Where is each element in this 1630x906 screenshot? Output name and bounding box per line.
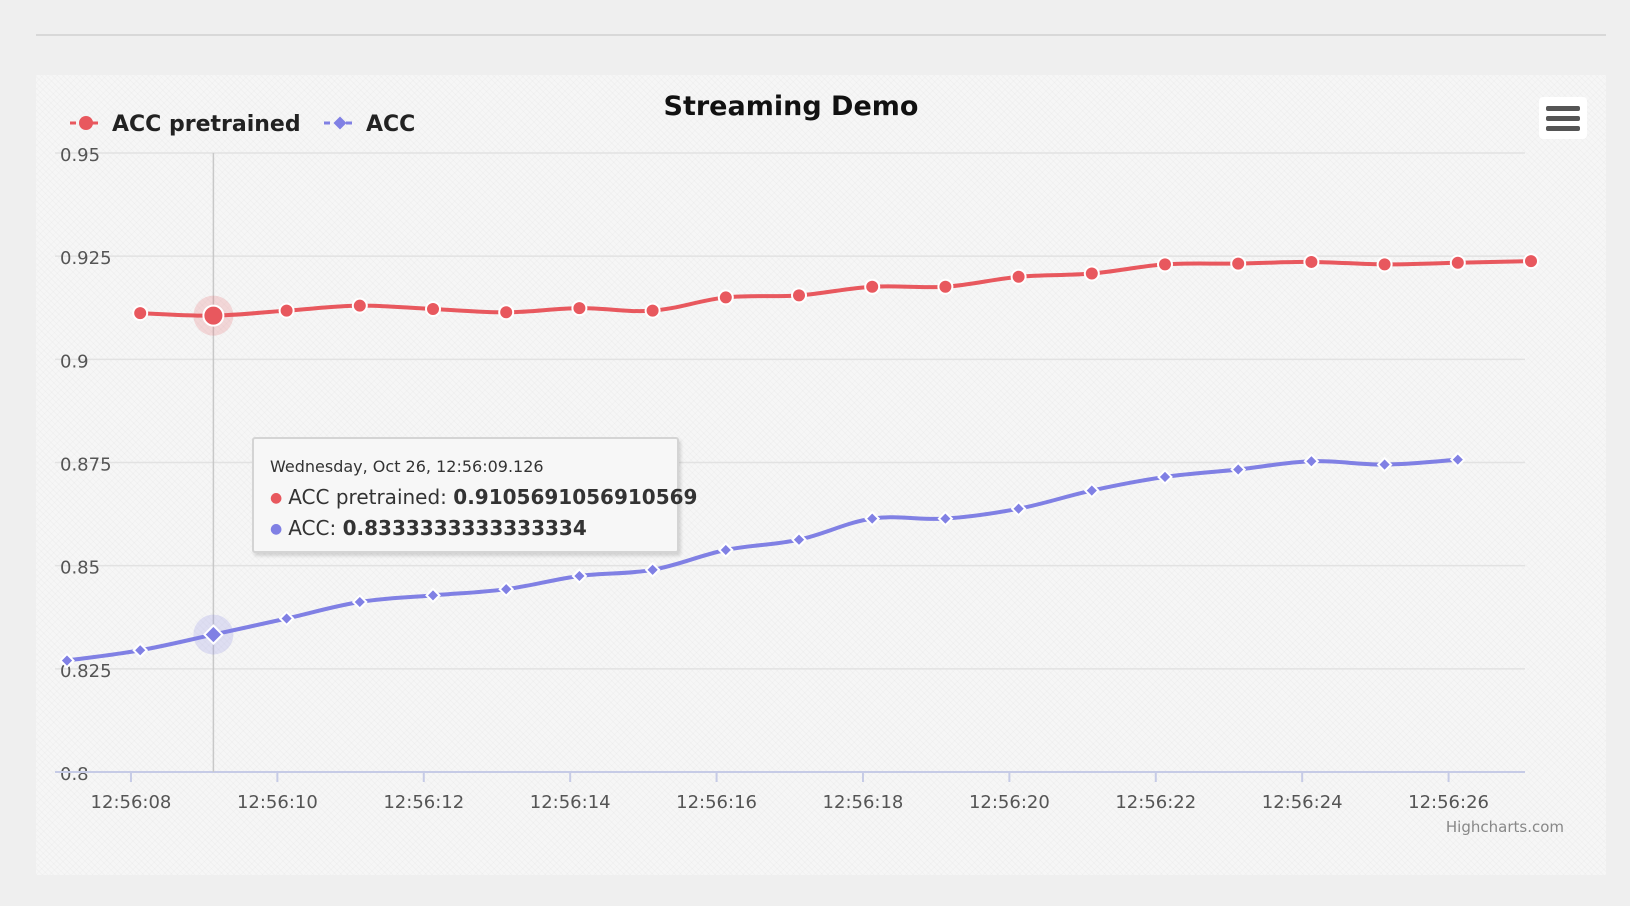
data-point-acc <box>1230 461 1247 478</box>
series-line-acc-pretrained <box>140 259 1532 318</box>
data-point-acc-pretrained <box>937 278 954 295</box>
data-point-acc-pretrained <box>571 300 588 317</box>
data-point-acc <box>717 542 734 558</box>
data-point-acc <box>132 642 149 659</box>
data-point-acc-pretrained <box>1010 268 1027 285</box>
legend-item-acc[interactable]: ACC <box>366 112 415 137</box>
x-tick-label: 12:56:22 <box>1115 792 1196 813</box>
data-point-acc-pretrained <box>1449 254 1466 271</box>
data-point-acc-pretrained <box>132 305 149 322</box>
tooltip-series-value: 0.8333333333333334 <box>342 516 587 540</box>
y-tick-label: 0.85 <box>60 558 100 579</box>
data-point-acc <box>1083 482 1100 499</box>
data-point-acc <box>571 568 588 584</box>
data-point-acc-pretrained <box>425 300 441 317</box>
data-point-acc-pretrained <box>498 304 515 321</box>
data-point-acc-pretrained <box>864 278 881 295</box>
x-tick-label: 12:56:16 <box>676 792 757 813</box>
hamburger-menu-icon <box>1546 105 1580 111</box>
chart-tooltip: Wednesday, Oct 26, 12:56:09.126 ● ACC pre… <box>252 437 698 553</box>
y-tick-label: 0.875 <box>60 455 112 476</box>
data-point-acc <box>498 581 515 598</box>
y-tick-label: 0.9 <box>60 351 89 372</box>
data-point-acc-pretrained <box>1083 265 1100 282</box>
data-point-acc-pretrained <box>1157 256 1173 273</box>
data-point-acc <box>1157 469 1173 485</box>
series-dot-icon: ● <box>270 521 283 537</box>
tooltip-series-value: 0.9105691056910569 <box>453 485 698 509</box>
data-point-acc-pretrained <box>351 297 368 314</box>
y-tick-label: 0.8 <box>60 764 89 785</box>
x-tick-label: 12:56:08 <box>91 792 172 813</box>
data-point-acc <box>864 510 881 527</box>
data-point-acc-pretrained <box>717 289 734 306</box>
chart-container: 0.8 0.825 0.85 0.875 0.9 0.925 0.95 12:56:08 12:… <box>36 75 1606 875</box>
series-dot-icon: ● <box>270 490 283 506</box>
legend-marker-acc <box>333 116 347 130</box>
x-tick-label: 12:56:26 <box>1408 792 1489 813</box>
data-point-acc <box>351 594 368 610</box>
y-tick-label: 0.95 <box>60 145 100 166</box>
x-tick-label: 12:56:20 <box>969 792 1050 813</box>
data-point-acc <box>1303 453 1320 470</box>
data-point-acc-pretrained <box>278 302 295 319</box>
data-point-acc-pretrained <box>791 287 807 304</box>
x-tick-label: 12:56:12 <box>383 792 464 813</box>
legend-item-acc-pretrained[interactable]: ACC pretrained <box>112 112 301 137</box>
data-point-acc <box>425 587 441 604</box>
x-tick-label: 12:56:10 <box>237 792 318 813</box>
data-point-acc-pretrained <box>202 304 225 327</box>
data-point-acc-pretrained <box>1376 256 1393 273</box>
tooltip-row-acc: ● ACC: 0.8333333333333334 <box>270 516 587 540</box>
data-point-acc <box>278 610 295 627</box>
x-tick-label: 12:56:24 <box>1262 792 1343 813</box>
x-tick-label: 12:56:18 <box>823 792 904 813</box>
tooltip-header: Wednesday, Oct 26, 12:56:09.126 <box>270 457 544 476</box>
y-tick-label: 0.925 <box>60 248 112 269</box>
tooltip-row-acc-pretrained: ● ACC pretrained: 0.9105691056910569 <box>270 485 698 509</box>
data-point-acc <box>1449 451 1466 468</box>
data-point-acc <box>1376 456 1393 473</box>
tooltip-series-name: ACC <box>288 516 330 540</box>
credits-link[interactable]: Highcharts.com <box>1446 818 1564 836</box>
data-point-acc <box>791 531 807 548</box>
chart-title: Streaming Demo <box>664 91 919 122</box>
page-divider <box>36 34 1606 36</box>
data-point-acc-pretrained <box>1523 253 1539 270</box>
data-point-acc <box>1010 500 1027 517</box>
data-point-acc-pretrained <box>1230 255 1247 272</box>
data-point-acc-pretrained <box>1303 253 1320 270</box>
chart-context-menu-button[interactable] <box>1539 97 1587 139</box>
x-tick-label: 12:56:14 <box>530 792 611 813</box>
data-point-acc-pretrained <box>644 302 661 319</box>
legend-marker-acc-pretrained <box>79 116 93 130</box>
tooltip-series-name: ACC pretrained <box>288 485 441 509</box>
data-point-acc <box>937 510 954 527</box>
